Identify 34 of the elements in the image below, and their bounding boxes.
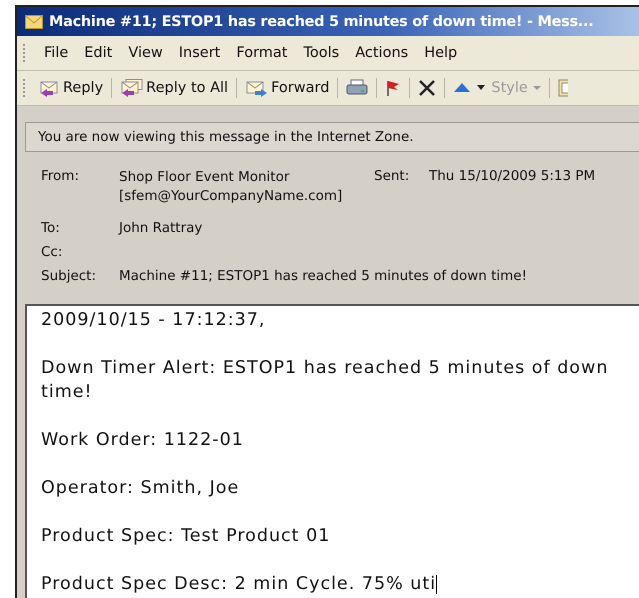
message-line: Work Order: 1122-01 — [41, 429, 245, 452]
menu-item[interactable]: Help — [416, 45, 466, 61]
info-bar: You are now viewing this message in the Internet Zone. — [25, 122, 639, 152]
field-label: Subject: — [41, 268, 98, 284]
field-label: To: — [41, 220, 61, 236]
envelope-forward-icon — [245, 79, 270, 97]
text-cursor — [436, 574, 438, 594]
message-body[interactable]: 2009/10/15 - 17:12:37, Down Timer Alert: ESTOP1 has reached 5 minutes of down time! Work Order: 1122-01 Operator: Smith, Joe Product Spec: Test Product 01 Product Spec Desc: 2 min Cycle. 75% uti — [25, 304, 639, 598]
menu-item[interactable]: File — [36, 45, 76, 61]
field-label: From: — [41, 168, 80, 184]
menu-item[interactable]: Actions — [347, 45, 416, 61]
reply-button[interactable]: Reply — [36, 79, 106, 97]
sender-address: [sfem@YourCompanyName.com] — [119, 187, 344, 206]
menu-item[interactable]: Format — [228, 45, 296, 61]
sent-date: Thu 15/10/2009 5:13 PM — [429, 168, 596, 184]
envelope-icon — [25, 14, 43, 28]
forward-button[interactable]: Forward — [242, 79, 332, 97]
window-title: Machine #11; ESTOP1 has reached 5 minutes of down time! - Mess... — [49, 14, 594, 30]
sender-name: Shop Floor Event Monitor — [119, 168, 290, 187]
menu-item[interactable]: View — [120, 45, 171, 61]
message-line: Product Spec Desc: 2 min Cycle. 75% uti — [41, 573, 438, 596]
message-line: 2009/10/15 - 17:12:37, — [41, 309, 266, 332]
menu-item[interactable]: Edit — [76, 45, 120, 61]
menu-item[interactable]: Tools — [295, 45, 348, 61]
field-label: Cc: — [41, 244, 64, 260]
envelopes-reply-icon — [120, 79, 144, 97]
reply-all-button[interactable]: Reply to All — [117, 79, 232, 97]
field-label: Sent: — [374, 168, 410, 184]
message-line: Product Spec: Test Product 01 — [41, 525, 332, 548]
menu-item[interactable]: Insert — [170, 45, 228, 61]
message-line: Down Timer Alert: ESTOP1 has reached 5 minutes of down time! — [41, 357, 610, 404]
subject-text: Machine #11; ESTOP1 has reached 5 minutes of down time! — [119, 268, 528, 284]
recipient-name: John Rattray — [119, 220, 202, 236]
message-line: Operator: Smith, Joe — [41, 477, 240, 500]
